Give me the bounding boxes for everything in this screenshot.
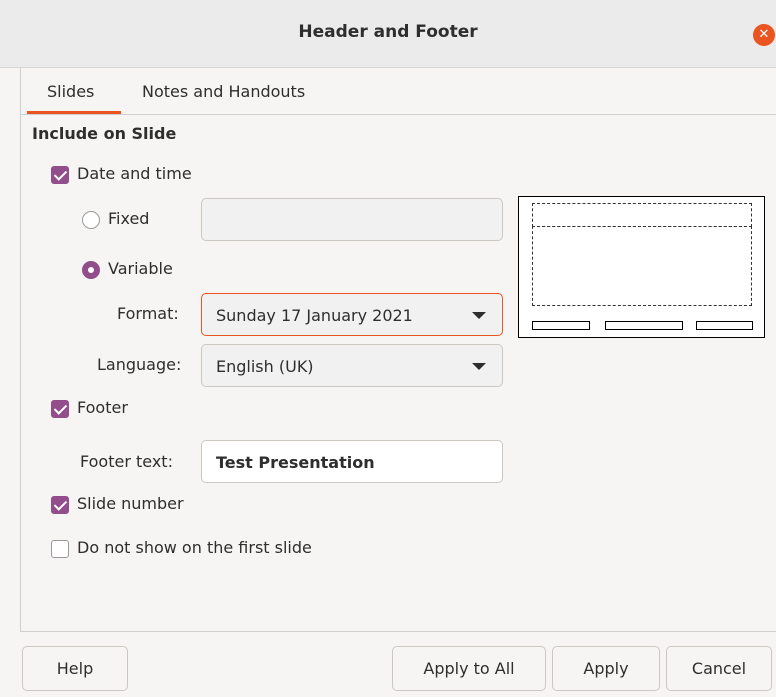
chevron-down-icon: [472, 312, 486, 319]
title-bar: Header and Footer ✕: [0, 0, 776, 68]
fixed-label[interactable]: Fixed: [108, 209, 149, 228]
tab-notes-and-handouts[interactable]: Notes and Handouts: [142, 82, 305, 101]
preview-date-area: [532, 321, 590, 330]
preview-content-area: [532, 226, 752, 306]
close-icon[interactable]: ✕: [753, 24, 775, 46]
first-slide-checkbox[interactable]: [51, 540, 69, 558]
tab-divider: [21, 114, 776, 115]
language-dropdown[interactable]: English (UK): [201, 344, 503, 387]
footer-checkbox[interactable]: [51, 400, 69, 418]
footer-text-input[interactable]: Test Presentation: [201, 440, 503, 483]
format-dropdown[interactable]: Sunday 17 January 2021: [201, 293, 503, 336]
slide-number-checkbox[interactable]: [51, 496, 69, 514]
tab-slides[interactable]: Slides: [47, 82, 94, 101]
dialog-title: Header and Footer: [298, 22, 478, 42]
language-value: English (UK): [216, 357, 314, 376]
preview-footer-area: [605, 321, 683, 330]
format-label: Format:: [117, 304, 179, 323]
language-label: Language:: [97, 355, 182, 374]
section-title: Include on Slide: [32, 124, 177, 143]
footer-label[interactable]: Footer: [77, 398, 128, 417]
variable-radio[interactable]: [82, 261, 100, 279]
help-button[interactable]: Help: [22, 646, 128, 691]
variable-label[interactable]: Variable: [108, 259, 173, 278]
footer-text-label: Footer text:: [80, 452, 173, 471]
slide-number-label[interactable]: Slide number: [77, 494, 184, 513]
apply-to-all-button[interactable]: Apply to All: [392, 646, 546, 691]
apply-button[interactable]: Apply: [552, 646, 660, 691]
fixed-radio[interactable]: [82, 211, 100, 229]
fixed-date-input[interactable]: [201, 198, 503, 241]
footer-text-value: Test Presentation: [216, 453, 375, 472]
date-time-checkbox[interactable]: [51, 166, 69, 184]
first-slide-label[interactable]: Do not show on the first slide: [77, 538, 312, 557]
preview-title-area: [532, 203, 752, 227]
date-time-label[interactable]: Date and time: [77, 164, 192, 183]
format-value: Sunday 17 January 2021: [216, 306, 413, 325]
chevron-down-icon: [472, 363, 486, 370]
slide-preview: [518, 196, 765, 338]
cancel-button[interactable]: Cancel: [666, 646, 772, 691]
preview-number-area: [696, 321, 753, 330]
